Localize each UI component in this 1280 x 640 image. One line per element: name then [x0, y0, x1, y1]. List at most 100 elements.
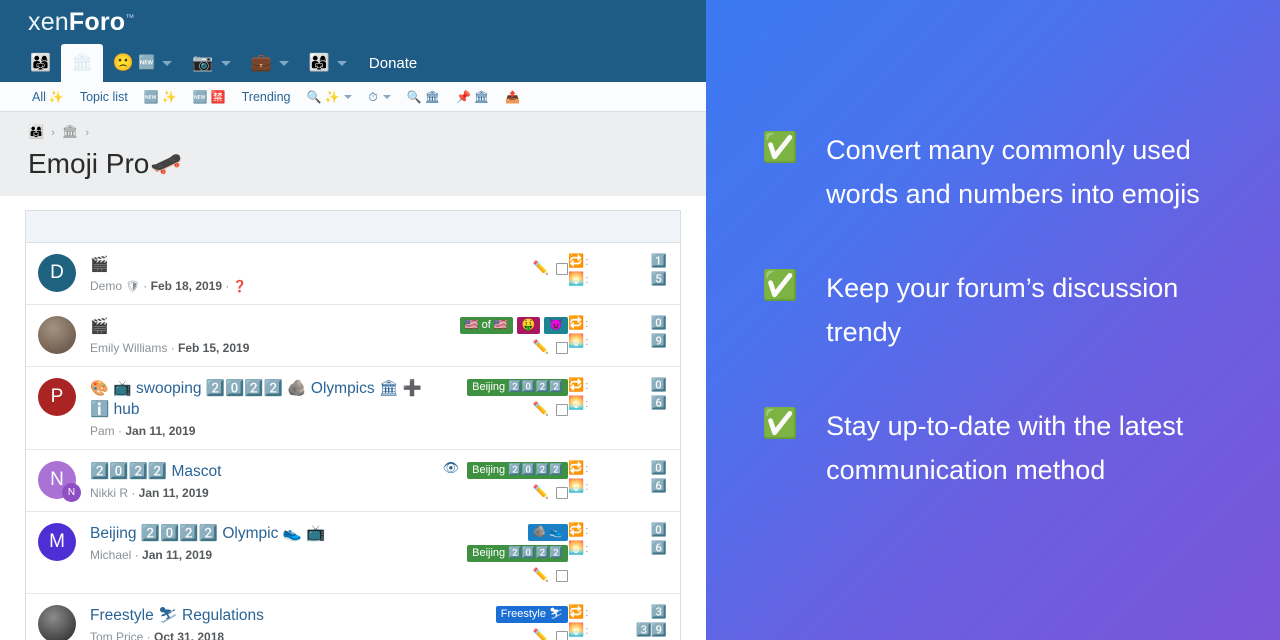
- thread-date: Jan 11, 2019: [142, 548, 213, 562]
- table-row[interactable]: NN 2️⃣0️⃣2️⃣2️⃣ Mascot Nikki R · Jan 11, …: [26, 450, 680, 512]
- subnav-new-alerts-icon: 🆕: [192, 89, 208, 104]
- views-count: 3️⃣9️⃣: [635, 623, 667, 638]
- avatar[interactable]: [38, 316, 76, 354]
- edit-icon[interactable]: ✏️: [533, 403, 549, 416]
- promo-bullet: ✅ Stay up-to-date with the latest communi…: [762, 404, 1244, 492]
- nav-new[interactable]: 🙁 🆕: [103, 44, 183, 82]
- thread-author[interactable]: Demo: [90, 279, 122, 293]
- replies-stat: 🔁:: [568, 317, 630, 330]
- check-mark-icon: ✅: [762, 130, 799, 164]
- tag-group: Beijing 2️⃣0️⃣2️⃣2️⃣: [467, 379, 568, 396]
- thread-stats-labels: 🔁: 🌅:: [568, 254, 630, 286]
- select-checkbox[interactable]: [556, 262, 568, 275]
- thread-author[interactable]: Emily Williams: [90, 341, 167, 355]
- subnav-all[interactable]: All ✨: [25, 90, 71, 104]
- thread-tag[interactable]: Beijing 2️⃣0️⃣2️⃣2️⃣: [467, 545, 568, 562]
- subnav-search-forums[interactable]: 🔍 🏛: [400, 91, 447, 103]
- nav-forums[interactable]: 🏛: [61, 44, 103, 82]
- subnav-topic-list[interactable]: Topic list: [73, 90, 135, 104]
- thread-title[interactable]: 🎨 📺 swooping 2️⃣0️⃣2️⃣2️⃣ 🪨 Olympics 🏛 ➕…: [90, 378, 426, 420]
- thread-title[interactable]: 🎬: [90, 254, 426, 275]
- donate-link[interactable]: Donate: [357, 44, 429, 82]
- thread-title[interactable]: 🎬: [90, 316, 426, 337]
- edit-icon[interactable]: ✏️: [533, 262, 549, 275]
- edit-icon[interactable]: ✏️: [533, 486, 549, 499]
- check-mark-icon: ✅: [762, 406, 799, 440]
- subnav-trending[interactable]: Trending: [235, 90, 298, 104]
- title-icon: 📺: [113, 379, 132, 397]
- nav-forums-icon: 🏛: [71, 52, 93, 73]
- tag-group: 🇺🇸 of 🇺🇸 🤑 😈: [459, 317, 568, 334]
- subnav-new-alerts[interactable]: 🆕 🈲: [186, 91, 233, 103]
- table-row[interactable]: 🎬 Emily Williams · Feb 15, 2019 🇺🇸 of 🇺🇸 🤑 😈…: [26, 305, 680, 367]
- secondary-nav: All ✨ Topic list 🆕 ✨ 🆕 🈲 Trending 🔍 ✨ ⏱ 🔍 🏛 📌 🏛 📤: [0, 82, 706, 112]
- thread-main: 🎬 Demo 🛡 · Feb 18, 2019 · ❓: [76, 254, 432, 294]
- replies-icon: 🔁: [568, 605, 585, 620]
- nav-media[interactable]: 📷: [182, 44, 240, 82]
- thread-tag[interactable]: Freestyle ⛷: [495, 606, 568, 623]
- table-row[interactable]: M Beijing 2️⃣0️⃣2️⃣2️⃣ Olympic 👟 📺 Michae…: [26, 512, 680, 594]
- thread-date: Jan 11, 2019: [138, 486, 209, 500]
- replies-stat: 🔁:: [568, 255, 630, 268]
- views-stat: 🌅:: [568, 335, 630, 348]
- avatar[interactable]: D: [38, 254, 76, 292]
- subnav-unread[interactable]: 📤: [498, 91, 527, 103]
- breadcrumb-icon-0[interactable]: 👨‍👩‍👧: [28, 126, 44, 139]
- edit-icon[interactable]: ✏️: [533, 341, 549, 354]
- thread-title[interactable]: 2️⃣0️⃣2️⃣2️⃣ Mascot: [90, 461, 426, 482]
- edit-icon[interactable]: ✏️: [533, 630, 549, 640]
- thread-title-text: Beijing 2️⃣0️⃣2️⃣2️⃣ Olympic 👟 📺: [90, 525, 326, 542]
- logo-trademark: ™: [125, 12, 135, 23]
- breadcrumb-icon-1[interactable]: 🏛: [62, 126, 79, 139]
- chevron-down-icon[interactable]: [382, 94, 391, 99]
- avatar[interactable]: P: [38, 378, 76, 416]
- thread-author[interactable]: Nikki R: [90, 486, 128, 500]
- replies-colon: :: [585, 606, 589, 619]
- nav-resources[interactable]: 💼: [241, 44, 299, 82]
- subnav-new-posts[interactable]: 🆕 ✨: [137, 91, 184, 103]
- thread-stats-labels: 🔁: 🌅:: [568, 523, 630, 555]
- subnav-all-after-icon: ✨: [48, 89, 64, 104]
- nav-family[interactable]: 👨‍👩‍👧: [20, 44, 61, 82]
- select-checkbox[interactable]: [556, 341, 568, 354]
- select-checkbox[interactable]: [556, 486, 568, 499]
- select-checkbox[interactable]: [556, 403, 568, 416]
- thread-stats-labels: 🔁: 🌅:: [568, 461, 630, 493]
- nav-members[interactable]: 👨‍👩‍👧: [299, 44, 357, 82]
- thread-main: Beijing 2️⃣0️⃣2️⃣2️⃣ Olympic 👟 📺 Michael …: [76, 523, 432, 562]
- site-logo[interactable]: xenForo™: [28, 8, 134, 37]
- thread-date: Feb 18, 2019: [150, 279, 223, 293]
- thread-tag[interactable]: Beijing 2️⃣0️⃣2️⃣2️⃣: [467, 462, 568, 479]
- subnav-search[interactable]: 🔍 ✨: [299, 91, 359, 103]
- edit-icon[interactable]: ✏️: [533, 569, 549, 582]
- thread-author[interactable]: Michael: [90, 548, 131, 562]
- thread-stats-values: 0️⃣ 6️⃣: [630, 523, 680, 555]
- chevron-down-icon[interactable]: [278, 60, 289, 66]
- views-count: 6️⃣: [650, 541, 667, 556]
- thread-tag[interactable]: 🤑: [516, 317, 541, 334]
- chevron-down-icon[interactable]: [162, 60, 173, 66]
- thread-tag[interactable]: 😈: [544, 317, 568, 334]
- thread-title[interactable]: Freestyle ⛷ Regulations: [90, 605, 426, 626]
- chevron-down-icon[interactable]: [344, 94, 353, 99]
- chevron-down-icon[interactable]: [336, 60, 347, 66]
- nav-media-icon: 📷: [192, 52, 214, 73]
- thread-author[interactable]: Pam: [90, 424, 115, 438]
- table-row[interactable]: P 🎨 📺 swooping 2️⃣0️⃣2️⃣2️⃣ 🪨 Olympics 🏛 …: [26, 367, 680, 450]
- subnav-marked[interactable]: 📌 🏛: [449, 91, 496, 103]
- table-row[interactable]: Freestyle ⛷ Regulations Tom Price · Oct 3…: [26, 594, 680, 640]
- avatar[interactable]: [38, 605, 76, 640]
- avatar[interactable]: M: [38, 523, 76, 561]
- thread-tag[interactable]: 🪨 👟: [527, 524, 568, 541]
- thread-author[interactable]: Tom Price: [90, 630, 143, 640]
- chevron-down-icon[interactable]: [220, 60, 231, 66]
- thread-tag[interactable]: 🇺🇸 of 🇺🇸: [459, 317, 513, 334]
- select-checkbox[interactable]: [556, 630, 568, 640]
- subnav-watch[interactable]: ⏱: [361, 91, 397, 103]
- thread-title[interactable]: Beijing 2️⃣0️⃣2️⃣2️⃣ Olympic 👟 📺: [90, 523, 426, 544]
- table-row[interactable]: D 🎬 Demo 🛡 · Feb 18, 2019 · ❓ ✏️ 🔁: 🌅:1️⃣ 5️⃣: [26, 243, 680, 305]
- thread-tag[interactable]: Beijing 2️⃣0️⃣2️⃣2️⃣: [467, 379, 568, 396]
- avatar[interactable]: NN: [38, 461, 81, 502]
- select-checkbox[interactable]: [556, 569, 568, 582]
- primary-nav: 👨‍👩‍👧 🏛 🙁 🆕 📷 💼 👨‍👩‍👧 Donate: [20, 44, 429, 82]
